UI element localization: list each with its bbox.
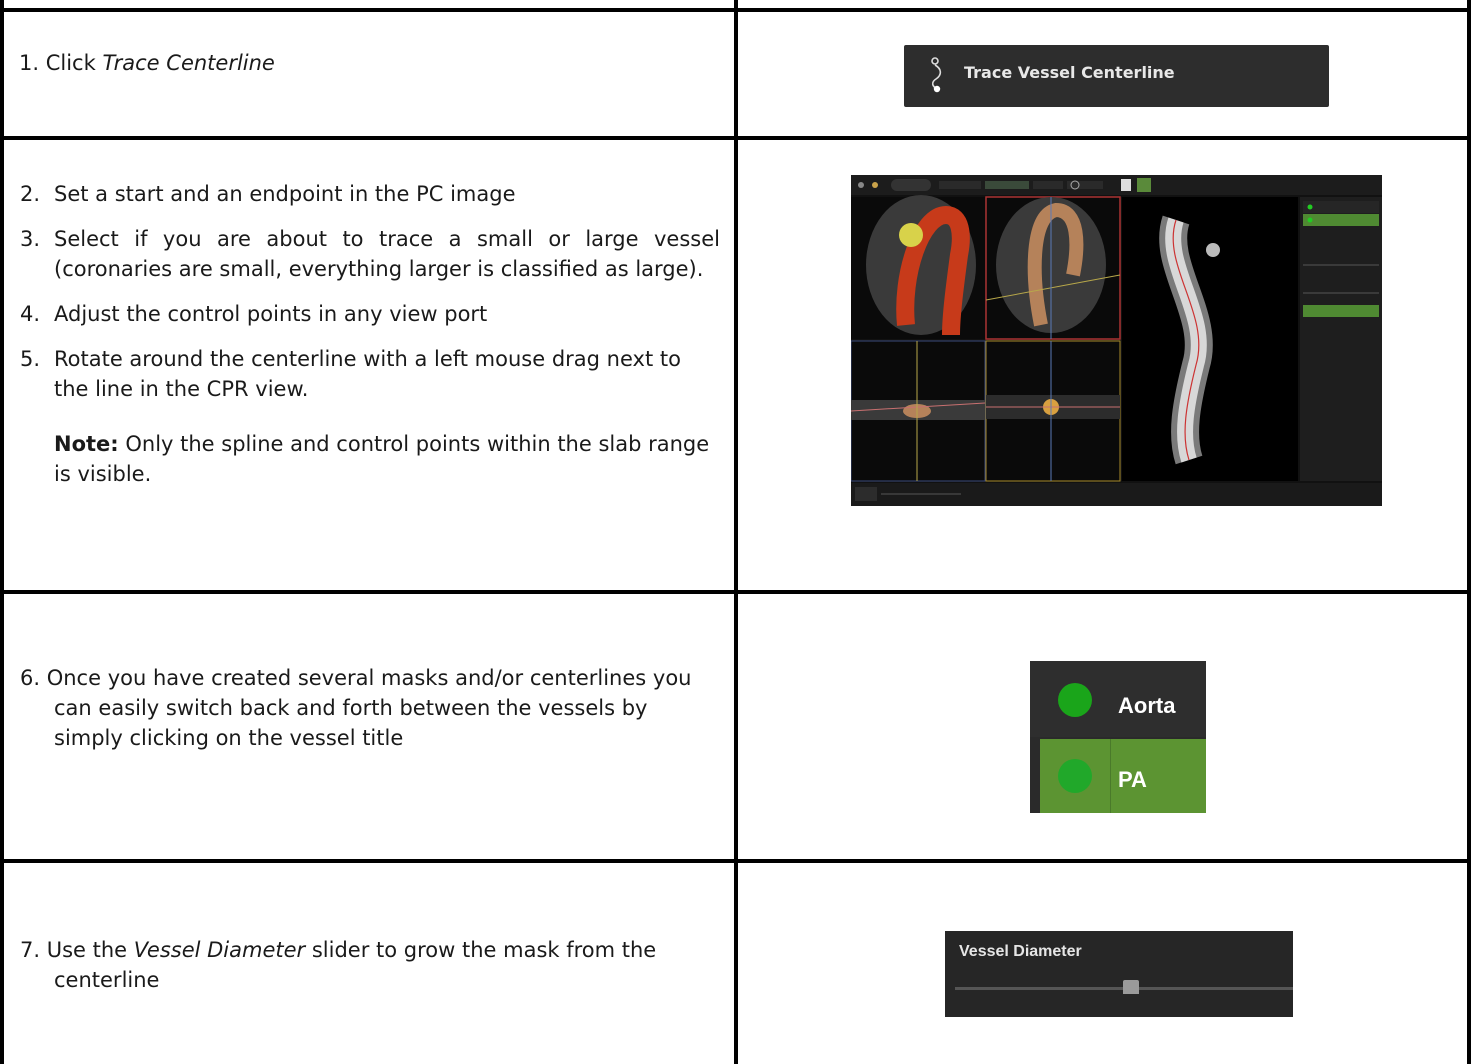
table-border-left <box>0 0 4 1064</box>
instruction-table <box>0 0 1471 1064</box>
step-text: Rotate around the centerline with a left… <box>54 347 681 401</box>
divider <box>1110 739 1111 813</box>
step-1-text: 1. Click Trace Centerline <box>19 48 275 78</box>
step-number: 2. <box>20 182 41 206</box>
step-7-prefix: 7. Use the <box>20 938 134 962</box>
step-6-line-2: can easily switch back and forth between… <box>54 696 648 720</box>
step-number: 4. <box>20 302 41 326</box>
vessel-list: Aorta PA <box>1030 661 1206 813</box>
trace-button-label: Trace Vessel Centerline <box>964 63 1175 82</box>
vessel-item-pa[interactable]: PA <box>1040 739 1206 813</box>
vessel-diameter-slider-thumb[interactable] <box>1122 980 1139 994</box>
step-6-text: 6. Once you have created several masks a… <box>20 663 764 753</box>
step-6-line-3: simply clicking on the vessel title <box>54 726 404 750</box>
vessel-title[interactable]: PA <box>1118 767 1147 793</box>
step-3: 3. Select if you are about to trace a sm… <box>20 224 720 284</box>
step-6-line-1: 6. Once you have created several masks a… <box>20 666 692 690</box>
step-number: 3. <box>20 227 41 251</box>
trace-vessel-centerline-button[interactable]: Trace Vessel Centerline <box>904 45 1329 107</box>
step-4: 4. Adjust the control points in any view… <box>20 299 720 329</box>
status-dot-icon <box>1058 683 1092 717</box>
step-2: 2. Set a start and an endpoint in the PC… <box>20 179 720 209</box>
app-screenshot-graphic <box>851 175 1382 506</box>
step-7-text: 7. Use the Vessel Diameter slider to gro… <box>20 935 730 995</box>
note-label: Note: <box>54 432 119 456</box>
step-7-line-2: centerline <box>54 968 160 992</box>
app-screenshot <box>851 175 1382 506</box>
vessel-diameter-label: Vessel Diameter <box>959 943 1082 960</box>
steps-2-5: 2. Set a start and an endpoint in the PC… <box>20 179 720 489</box>
centerline-icon <box>931 57 942 93</box>
step-text: Select if you are about to trace a small… <box>54 227 720 281</box>
vessel-title[interactable]: Aorta <box>1118 693 1175 719</box>
vessel-diameter-control: Vessel Diameter <box>945 931 1293 1017</box>
vessel-item-aorta[interactable]: Aorta <box>1030 661 1206 737</box>
status-dot-icon <box>1058 759 1092 793</box>
step-number: 5. <box>20 347 41 371</box>
note-text: Only the spline and control points withi… <box>54 432 710 486</box>
step-5: 5. Rotate around the centerline with a l… <box>20 344 720 404</box>
table-border-right <box>1467 0 1471 1064</box>
note: Note: Only the spline and control points… <box>20 429 720 489</box>
step-7-suffix: slider to grow the mask from the <box>305 938 657 962</box>
step-text: Set a start and an endpoint in the PC im… <box>54 182 516 206</box>
step-text: Adjust the control points in any view po… <box>54 302 488 326</box>
step-1-emphasis: Trace Centerline <box>102 51 275 75</box>
step-7-emphasis: Vessel Diameter <box>133 938 306 962</box>
step-1-prefix: 1. Click <box>19 51 103 75</box>
column-divider <box>734 0 738 1064</box>
